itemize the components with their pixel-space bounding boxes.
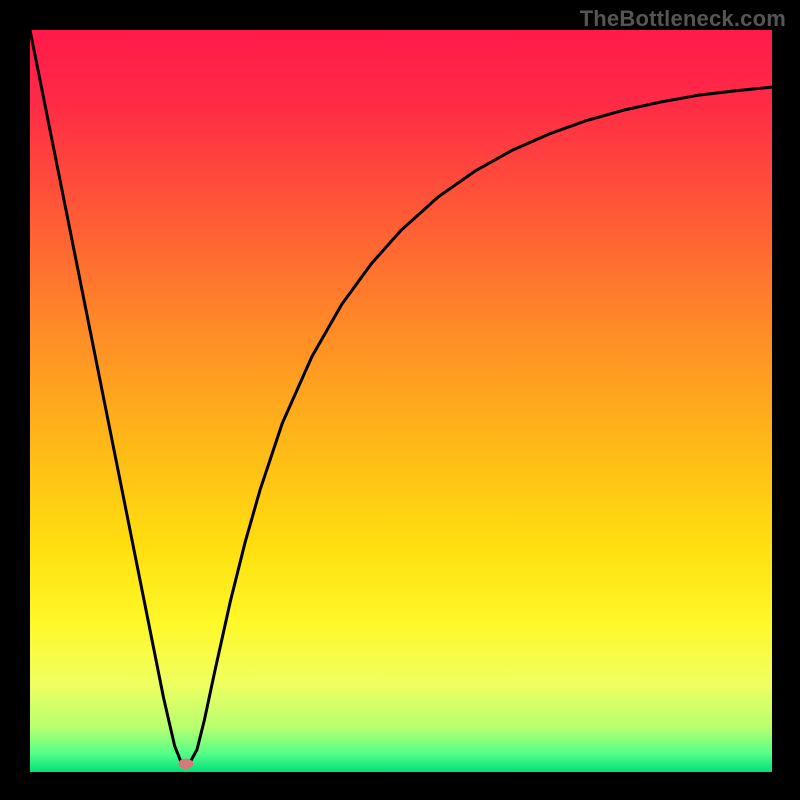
watermark-text: TheBottleneck.com xyxy=(580,6,786,32)
plot-area xyxy=(30,30,772,772)
optimum-marker xyxy=(178,759,193,769)
chart-frame: TheBottleneck.com xyxy=(0,0,800,800)
plot-svg xyxy=(30,30,772,772)
gradient-background xyxy=(30,30,772,772)
